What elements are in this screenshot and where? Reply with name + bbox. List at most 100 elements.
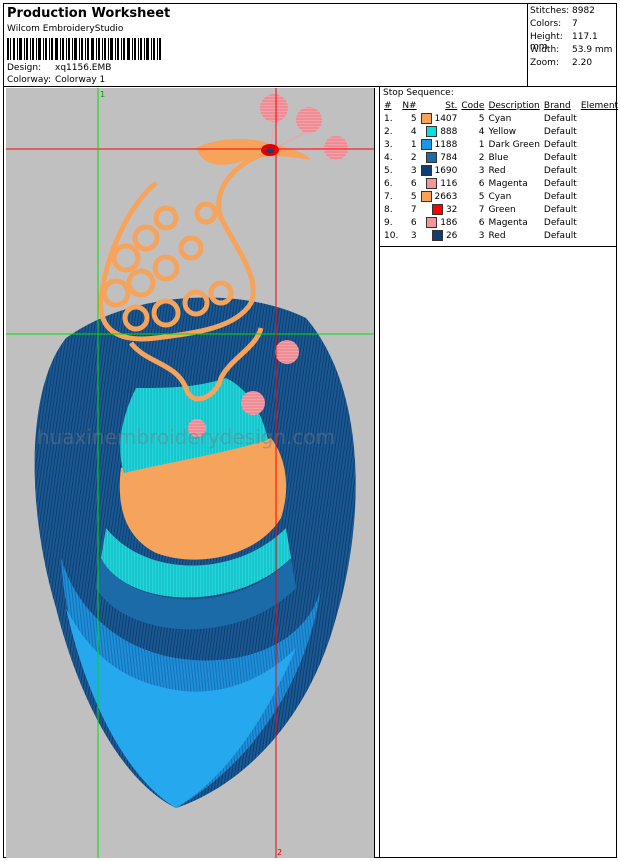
needle-number: 5 [410, 191, 417, 202]
thread-element [579, 125, 620, 138]
thread-description: Cyan [488, 191, 512, 202]
thread-element [579, 177, 620, 190]
thread-code: 3 [478, 230, 485, 241]
thread-description: Yellow [488, 126, 517, 137]
thread-brand: Default [543, 113, 577, 124]
design-preview: huaxinembroiderydesign.com 1 2 [6, 88, 375, 858]
stat-stitches: Stitches: 8982 [530, 6, 595, 16]
thread-description: Red [488, 165, 506, 176]
thread-description: Dark Green [488, 139, 540, 150]
colorway-label: Colorway: [7, 75, 52, 85]
needle-number: 7 [410, 204, 417, 215]
stat-zoom: Zoom: 2.20 [530, 58, 592, 68]
row-number: 10. [384, 230, 399, 241]
page-title: Production Worksheet [7, 6, 171, 21]
row-number: 1. [384, 113, 393, 124]
thread-code: 7 [478, 204, 485, 215]
stat-label: Width: [530, 45, 560, 55]
stitch-count: 1690 [419, 164, 460, 177]
stitch-count: 1407 [419, 112, 460, 125]
table-row: 2. 4 888 4 Yellow Default [382, 125, 620, 138]
color-swatch [420, 165, 432, 176]
thread-code: 5 [478, 191, 485, 202]
column-header: St. [445, 101, 458, 111]
table-row: 8. 7 32 7 Green Default [382, 203, 620, 216]
worksheet: Production Worksheet Wilcom EmbroiderySt… [3, 3, 618, 858]
table-header-row: # N# St. Code Description Brand Element [382, 100, 620, 112]
thread-element [579, 203, 620, 216]
thread-description: Magenta [488, 217, 528, 228]
stop-sequence-panel: Stop Sequence: # N# St. Code Description… [380, 86, 618, 247]
color-swatch [426, 178, 438, 189]
stat-width: Width: 53.9 mm [530, 45, 612, 55]
table-row: 7. 5 2663 5 Cyan Default [382, 190, 620, 203]
marker-bottom: 2 [277, 848, 282, 857]
table-row: 5. 3 1690 3 Red Default [382, 164, 620, 177]
column-header: Description [488, 101, 540, 111]
stat-value: 2.20 [572, 58, 593, 68]
barcode-icon [7, 38, 161, 60]
thread-description: Magenta [488, 178, 528, 189]
column-header: Brand [543, 101, 571, 111]
column-header: # [384, 101, 392, 111]
color-swatch [420, 113, 432, 124]
stat-label: Colors: [530, 19, 562, 29]
thread-brand: Default [543, 178, 577, 189]
thread-code: 6 [478, 217, 485, 228]
stop-sequence-title: Stop Sequence: [383, 88, 454, 98]
thread-brand: Default [543, 165, 577, 176]
colorway-value: Colorway 1 [55, 75, 106, 85]
thread-brand: Default [543, 152, 577, 163]
table-row: 6. 6 116 6 Magenta Default [382, 177, 620, 190]
table-row: 10. 3 26 3 Red Default [382, 229, 620, 242]
stitch-count-value: 1407 [434, 114, 458, 124]
table-row: 9. 6 186 6 Magenta Default [382, 216, 620, 229]
thread-description: Red [488, 230, 506, 241]
stitch-count-value: 26 [445, 231, 458, 241]
stitch-count-value: 32 [445, 205, 458, 215]
stitch-count-value: 784 [440, 153, 458, 163]
stitch-count: 186 [419, 216, 460, 229]
column-header: Code [461, 101, 485, 111]
thread-element [579, 229, 620, 242]
thread-code: 6 [478, 178, 485, 189]
thread-element [579, 151, 620, 164]
embroidery-preview-image: huaxinembroiderydesign.com 1 2 [6, 88, 374, 858]
column-header: N# [402, 101, 417, 111]
thread-description: Green [488, 204, 516, 215]
colorway-row: Colorway: Colorway 1 [7, 75, 105, 85]
stat-value: 8982 [572, 6, 595, 16]
row-number: 2. [384, 126, 393, 137]
needle-number: 3 [410, 230, 417, 241]
color-swatch [432, 230, 444, 241]
row-number: 5. [384, 165, 393, 176]
table-row: 4. 2 784 2 Blue Default [382, 151, 620, 164]
color-swatch [420, 191, 432, 202]
row-number: 3. [384, 139, 393, 150]
stitch-count: 784 [419, 151, 460, 164]
column-header: Element [580, 101, 619, 111]
thread-code: 1 [478, 139, 485, 150]
table-row: 3. 1 1188 1 Dark Green Default [382, 138, 620, 151]
stitch-count-value: 186 [440, 218, 458, 228]
worksheet-header: Production Worksheet Wilcom EmbroiderySt… [4, 4, 528, 87]
stat-value: 7 [572, 19, 578, 29]
watermark-text: huaxinembroiderydesign.com [37, 425, 335, 449]
thread-element [579, 164, 620, 177]
color-swatch [426, 126, 438, 137]
thread-element [579, 216, 620, 229]
thread-brand: Default [543, 139, 577, 150]
stitch-count: 32 [419, 203, 460, 216]
design-value: xq1156.EMB [55, 63, 112, 73]
stop-sequence-table: # N# St. Code Description Brand Element … [382, 100, 620, 242]
stitch-count-value: 1690 [434, 166, 458, 176]
design-stats: Stitches: 8982 Colors: 7 Height: 117.1 mm W… [527, 4, 616, 87]
thread-code: 3 [478, 165, 485, 176]
design-label: Design: [7, 63, 42, 73]
stat-label: Height: [530, 32, 563, 42]
color-swatch [426, 217, 438, 228]
needle-number: 1 [410, 139, 417, 150]
color-swatch [426, 152, 438, 163]
thread-element [579, 138, 620, 151]
stop-rows: 1. 5 1407 5 Cyan Default 2. 4 888 4 Yellow Defaul… [382, 112, 620, 242]
